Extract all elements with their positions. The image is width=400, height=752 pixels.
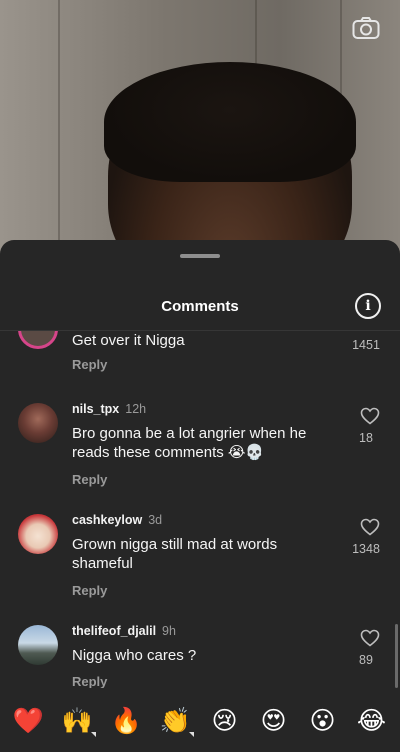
emoji-surprised[interactable]: 😮 (303, 708, 343, 733)
comment-time: 9h (162, 624, 176, 638)
comment-header: cashkeylow 3d (72, 513, 162, 527)
wall-line (58, 0, 60, 260)
emoji-clapping[interactable]: 👏 (156, 705, 196, 737)
username[interactable]: cashkeylow (72, 513, 142, 527)
comment-text: Nigga who cares ? (72, 647, 197, 664)
like-count: 1348 (352, 542, 380, 556)
scrollbar[interactable] (395, 624, 398, 688)
like-count: 1451 (352, 338, 380, 352)
comment-text: Bro gonna be a lot angrier when he reads… (72, 425, 307, 461)
comment-header: nils_tpx 12h (72, 402, 146, 416)
emoji-laughing[interactable]: 😂 (352, 708, 392, 733)
comment-time: 3d (148, 513, 163, 527)
username[interactable]: thelifeof_djalil (72, 624, 156, 638)
reply-button[interactable]: Reply (72, 472, 107, 487)
emoji-heart[interactable]: ❤️ (9, 708, 49, 733)
emoji-glyph: 👏 (159, 705, 192, 735)
emoji-heart-eyes[interactable]: 😍 (254, 708, 294, 733)
comment-text: Grown nigga still mad at words shameful (72, 536, 278, 572)
comment-time: 12h (125, 402, 147, 416)
person-hair (104, 62, 356, 182)
comment-text: Get over it Nigga (72, 332, 185, 349)
comments-list: Get over it Nigga Reply 1451 nils_tpx 12h… (0, 331, 400, 688)
comments-sheet: Comments i Get over it Nigga Reply 1451 … (0, 240, 400, 752)
avatar[interactable] (18, 514, 58, 554)
comment-header: thelifeof_djalil 9h (72, 624, 176, 638)
reply-button[interactable]: Reply (72, 583, 107, 598)
emoji-raised-hands[interactable]: 🙌 (58, 705, 98, 737)
emoji-reaction-bar: ❤️ 🙌 🔥 👏 😢 😍 😮 😂 (0, 694, 400, 746)
heart-outline-icon[interactable] (360, 629, 380, 647)
emoji-fire[interactable]: 🔥 (107, 708, 147, 733)
avatar[interactable] (18, 331, 58, 349)
camera-icon[interactable] (352, 16, 380, 40)
username[interactable]: nils_tpx (72, 402, 119, 416)
like-count: 89 (359, 653, 373, 667)
reply-button[interactable]: Reply (72, 674, 107, 688)
skin-tone-indicator (188, 731, 194, 737)
emoji-crying[interactable]: 😢 (205, 708, 245, 733)
avatar[interactable] (18, 403, 58, 443)
like-count: 18 (359, 431, 373, 445)
reply-button[interactable]: Reply (72, 357, 107, 372)
skin-tone-indicator (90, 731, 96, 737)
avatar[interactable] (18, 625, 58, 665)
heart-outline-icon[interactable] (360, 518, 380, 536)
sheet-grabber[interactable] (180, 254, 220, 258)
info-icon[interactable]: i (355, 293, 381, 319)
video-background (0, 0, 400, 260)
sheet-title: Comments (161, 298, 239, 315)
emoji-glyph: 🙌 (61, 705, 94, 735)
heart-outline-icon[interactable] (360, 407, 380, 425)
